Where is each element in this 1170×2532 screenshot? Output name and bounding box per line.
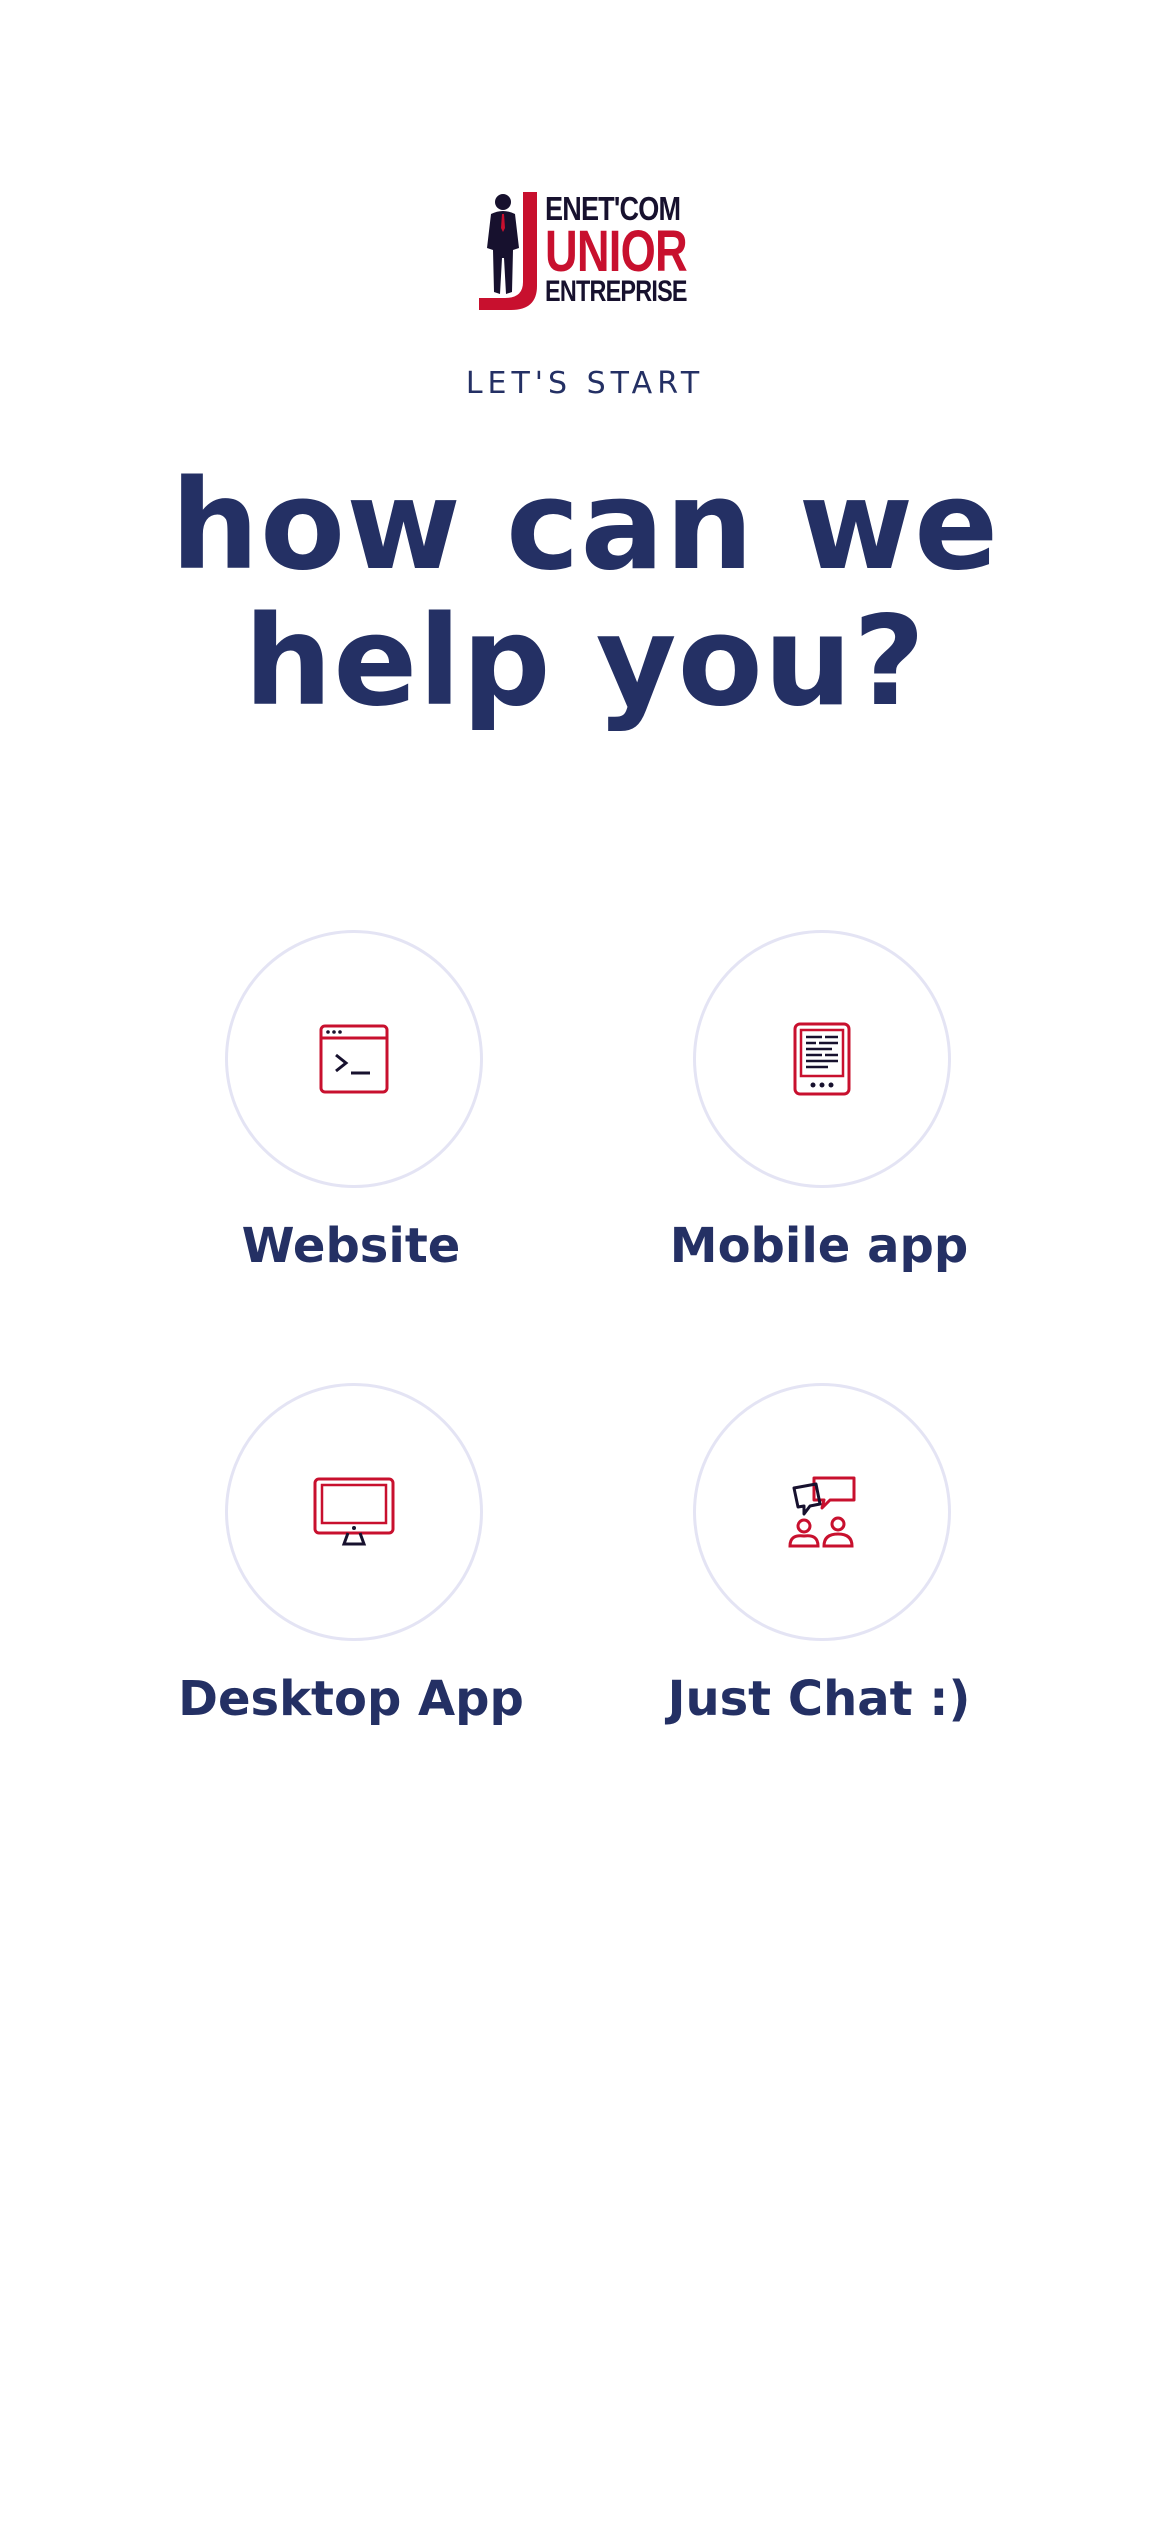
- logo-line-bottom: ENTREPRISE: [545, 275, 688, 308]
- page-title: how can we help you?: [0, 458, 1170, 730]
- option-just-chat[interactable]: Just Chat :): [586, 1383, 1056, 1803]
- option-website[interactable]: Website: [118, 930, 588, 1350]
- browser-terminal-icon: [319, 1024, 389, 1094]
- option-mobile-app-label: Mobile app: [669, 1218, 969, 1274]
- page-title-line1: how can we: [170, 454, 1000, 598]
- mobile-phone-icon: [793, 1022, 851, 1096]
- desktop-monitor-icon: [313, 1477, 395, 1546]
- option-desktop-app-circle[interactable]: [225, 1383, 483, 1641]
- option-mobile-app-circle[interactable]: [693, 930, 951, 1188]
- option-just-chat-label: Just Chat :): [667, 1671, 971, 1727]
- option-desktop-app[interactable]: Desktop App: [118, 1383, 588, 1803]
- brand-logo: ENET'COM UNIOR ENTREPRISE: [475, 188, 697, 312]
- businessman-j-icon: [475, 188, 545, 312]
- logo-line-middle: UNIOR: [545, 219, 688, 284]
- chat-people-icon: [788, 1476, 856, 1548]
- option-desktop-app-label: Desktop App: [178, 1671, 524, 1727]
- eyebrow-text: LET'S START: [465, 366, 705, 401]
- option-website-circle[interactable]: [225, 930, 483, 1188]
- option-website-label: Website: [241, 1218, 461, 1274]
- option-mobile-app[interactable]: Mobile app: [586, 930, 1056, 1350]
- page-title-line2: help you?: [243, 590, 927, 734]
- logo-wordmark: ENET'COM UNIOR ENTREPRISE: [545, 192, 697, 307]
- option-just-chat-circle[interactable]: [693, 1383, 951, 1641]
